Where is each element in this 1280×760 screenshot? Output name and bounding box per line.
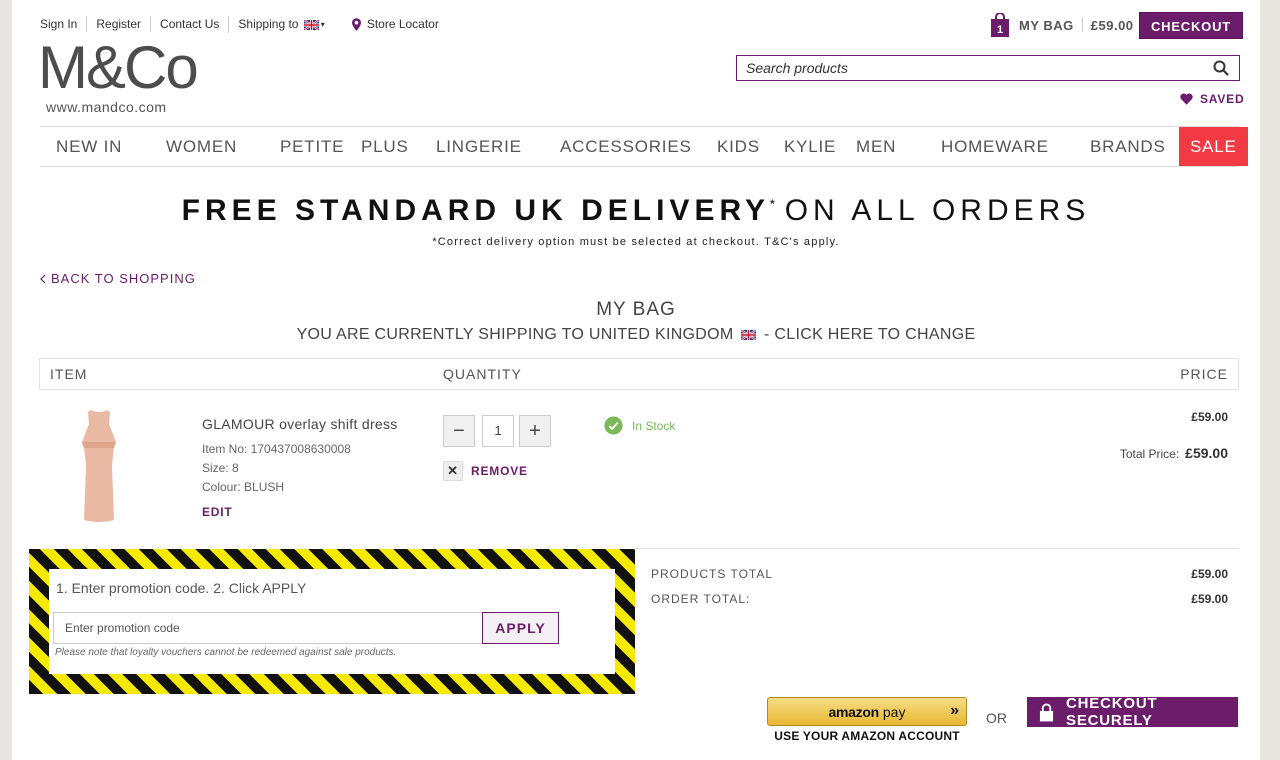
delivery-banner: FREE STANDARD UK DELIVERY* ON ALL ORDERS	[12, 194, 1260, 228]
divider	[1081, 18, 1083, 32]
quantity-decrease-button[interactable]: −	[443, 415, 475, 447]
change-shipping-text: - CLICK HERE TO CHANGE	[764, 326, 976, 343]
heart-icon	[1180, 93, 1193, 105]
shipping-label: Shipping to	[238, 17, 299, 31]
checkout-securely-button[interactable]: CHECKOUT SECURELY	[1027, 695, 1238, 729]
logo[interactable]: M&Co	[38, 38, 199, 98]
map-pin-icon	[351, 18, 361, 31]
stock-status: In Stock	[604, 416, 675, 435]
search-input[interactable]	[737, 56, 1197, 80]
nav-sale[interactable]: SALE	[1179, 127, 1248, 166]
banner-bold: FREE STANDARD UK DELIVERY	[181, 194, 771, 227]
nav-women[interactable]: WOMEN	[166, 127, 237, 166]
nav-kids[interactable]: KIDS	[717, 127, 760, 166]
products-total-label: PRODUCTS TOTAL	[651, 567, 774, 581]
nav-kylie[interactable]: KYLIE	[784, 127, 836, 166]
nav-plus[interactable]: PLUS	[361, 127, 409, 166]
chevron-down-icon: ▾	[320, 19, 325, 29]
order-total-value: £59.00	[1191, 592, 1228, 606]
product-name[interactable]: GLAMOUR overlay shift dress	[202, 416, 398, 432]
promo-note: Please note that loyalty vouchers cannot…	[55, 647, 397, 658]
uk-flag-icon	[741, 329, 757, 340]
quantity-input[interactable]: 1	[482, 415, 514, 447]
bag-price: £59.00	[1090, 17, 1134, 33]
bag-count: 1	[997, 24, 1003, 36]
quantity-increase-button[interactable]: +	[519, 415, 551, 447]
nav-brands[interactable]: BRANDS	[1090, 127, 1166, 166]
stock-label: In Stock	[632, 418, 676, 433]
amazon-sub-label: USE YOUR AMAZON ACCOUNT	[774, 729, 960, 743]
nav-homeware[interactable]: HOMEWARE	[941, 127, 1049, 166]
back-label: BACK TO SHOPPING	[51, 271, 196, 286]
line-total: Total Price: £59.00	[1052, 445, 1228, 461]
bag-label: MY BAG	[1019, 17, 1074, 33]
col-item: ITEM	[50, 366, 88, 382]
remove-label: REMOVE	[471, 464, 528, 478]
nav-petite[interactable]: PETITE	[280, 127, 344, 166]
nav-lingerie[interactable]: LINGERIE	[436, 127, 522, 166]
apply-button[interactable]: APPLY	[482, 612, 559, 644]
total-price-label: Total Price:	[1119, 447, 1180, 461]
shipping-selector[interactable]: Shipping to ▾	[228, 16, 333, 33]
double-chevron-right-icon: »	[950, 702, 959, 719]
lock-icon	[1039, 703, 1054, 722]
amazon-pay-text: pay	[882, 703, 906, 720]
check-circle-icon	[604, 416, 623, 435]
nav-men[interactable]: MEN	[856, 127, 896, 166]
remove-button[interactable]: ✕ REMOVE	[443, 461, 528, 481]
promo-code-input[interactable]	[53, 612, 483, 644]
bag-table-header: ITEM QUANTITY PRICE	[39, 358, 1239, 390]
shipping-text: YOU ARE CURRENTLY SHIPPING TO UNITED KIN…	[296, 326, 734, 343]
checkout-button[interactable]: CHECKOUT	[1139, 12, 1243, 39]
top-links: Sign In Register Contact Us Shipping to …	[40, 16, 439, 33]
product-size: Size: 8	[202, 461, 239, 475]
saved-link[interactable]: SAVED	[1180, 92, 1244, 106]
amazon-pay-button[interactable]: amazon pay »	[767, 697, 967, 726]
banner-light: ON ALL ORDERS	[784, 194, 1091, 227]
logo-url: www.mandco.com	[46, 99, 167, 115]
store-locator-label: Store Locator	[366, 17, 439, 32]
edit-link[interactable]: EDIT	[202, 505, 233, 519]
product-colour: Colour: BLUSH	[202, 480, 285, 494]
or-separator: OR	[986, 710, 1007, 726]
contact-us-link[interactable]: Contact Us	[150, 16, 228, 33]
register-link[interactable]: Register	[86, 16, 150, 33]
page-title: MY BAG	[596, 299, 676, 320]
back-to-shopping-link[interactable]: BACK TO SHOPPING	[40, 271, 196, 286]
promo-panel: 1. Enter promotion code. 2. Click APPLY …	[49, 569, 615, 674]
banner-asterisk: *	[770, 197, 775, 211]
mini-bag[interactable]: 1 MY BAG £59.00	[990, 12, 1134, 38]
order-total-label: ORDER TOTAL:	[651, 592, 751, 606]
banner-note: *Correct delivery option must be selecte…	[432, 236, 840, 248]
chevron-left-icon	[40, 274, 46, 283]
uk-flag-icon	[303, 19, 319, 30]
product-item-no: Item No: 170437008630008	[202, 442, 351, 456]
shopping-bag-icon: 1	[991, 13, 1009, 37]
shipping-destination-link[interactable]: YOU ARE CURRENTLY SHIPPING TO UNITED KIN…	[12, 326, 1260, 344]
close-icon: ✕	[443, 461, 463, 481]
promo-title: 1. Enter promotion code. 2. Click APPLY	[56, 580, 307, 596]
page: Sign In Register Contact Us Shipping to …	[12, 0, 1260, 760]
sign-in-link[interactable]: Sign In	[40, 16, 86, 32]
products-total-value: £59.00	[1191, 567, 1228, 581]
promo-highlight-border: 1. Enter promotion code. 2. Click APPLY …	[29, 549, 635, 694]
search-box	[736, 55, 1240, 81]
nav-new-in[interactable]: NEW IN	[56, 127, 122, 166]
nav-accessories[interactable]: ACCESSORIES	[560, 127, 692, 166]
col-price: PRICE	[1180, 366, 1228, 382]
col-quantity: QUANTITY	[443, 366, 522, 382]
checkout-securely-label: CHECKOUT SECURELY	[1066, 695, 1158, 729]
store-locator-link[interactable]: Store Locator	[351, 17, 439, 32]
saved-label: SAVED	[1200, 92, 1245, 106]
unit-price: £59.00	[1191, 410, 1228, 424]
amazon-logo: amazon	[828, 703, 880, 720]
search-icon[interactable]	[1213, 60, 1229, 76]
divider	[635, 548, 1239, 549]
total-price-value: £59.00	[1185, 445, 1228, 461]
main-nav: NEW IN WOMEN PETITE PLUS LINGERIE ACCESS…	[40, 126, 1248, 167]
product-image[interactable]	[74, 408, 124, 526]
